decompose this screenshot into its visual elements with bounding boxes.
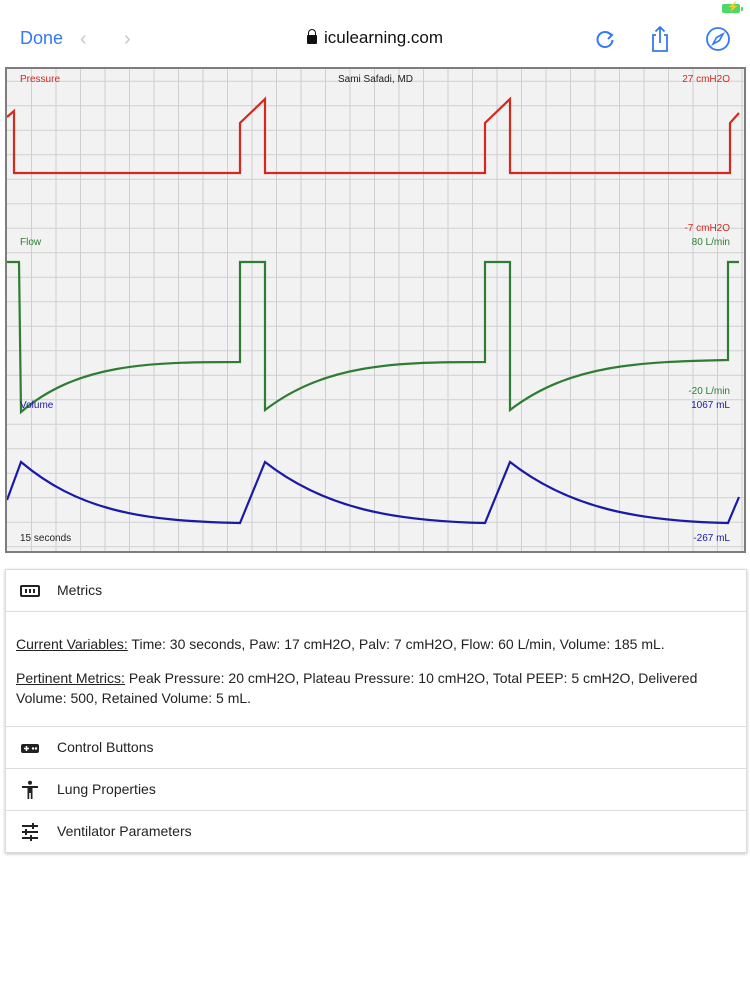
done-button[interactable]: Done [20,28,63,49]
flow-label: Flow [20,237,42,248]
author-label: Sami Safadi, MD [337,74,414,85]
waveform-monitor: Sami Safadi, MD Pressure 27 cmH2O -7 cmH… [5,67,746,553]
metrics-body: Current Variables: Time: 30 seconds, Paw… [6,612,746,727]
waveform-traces [7,96,741,525]
share-icon[interactable] [645,24,675,54]
control-buttons-title: Control Buttons [57,739,154,755]
battery-icon: ⚡ [722,2,743,13]
current-variables-label: Current Variables: [16,636,128,652]
lung-properties-header[interactable]: Lung Properties [6,769,746,811]
pertinent-metrics-text: Pertinent Metrics: Peak Pressure: 20 cmH… [16,668,730,708]
pressure-label: Pressure [20,74,61,85]
volume-max-label: 1067 mL [691,400,730,411]
status-bar: ⚡ [0,0,750,16]
volume-label: Volume [20,400,54,411]
flow-trace [7,260,739,415]
flow-max-label: 80 L/min [691,237,730,248]
url-field[interactable]: iculearning.com [306,28,444,47]
url-text: iculearning.com [323,28,444,47]
chevron-right-icon[interactable]: › [124,28,131,51]
metrics-title: Metrics [57,582,103,598]
accordion-panel: Metrics Current Variables: Time: 30 seco… [5,569,747,853]
lung-properties-title: Lung Properties [57,781,156,797]
metrics-icon [20,585,40,597]
address-bar: iculearning.com [0,28,750,48]
reload-icon[interactable] [590,24,620,54]
metrics-header[interactable]: Metrics [6,570,746,612]
lock-icon [306,29,317,44]
flow-min-label: -20 L/min [688,386,730,397]
ventilator-parameters-title: Ventilator Parameters [57,823,192,839]
current-variables-text: Current Variables: Time: 30 seconds, Paw… [16,634,730,654]
current-variables-value: Time: 30 seconds, Paw: 17 cmH2O, Palv: 7… [127,636,665,652]
sliders-icon [22,823,38,841]
ventilator-parameters-header[interactable]: Ventilator Parameters [6,811,746,852]
volume-min-label: -267 mL [693,533,730,544]
pressure-trace [7,96,740,175]
volume-trace [7,460,741,525]
control-buttons-header[interactable]: Control Buttons [6,727,746,769]
pressure-min-label: -7 cmH2O [684,223,730,234]
person-icon [22,780,38,799]
browser-nav-bar: Done ‹ › iculearning.com [0,16,750,62]
pressure-max-label: 27 cmH2O [682,74,730,85]
gamepad-icon [21,744,39,753]
time-window-label: 15 seconds [20,533,72,544]
compass-icon[interactable] [703,24,733,54]
chevron-left-icon[interactable]: ‹ [80,28,87,51]
pertinent-metrics-label: Pertinent Metrics: [16,670,125,686]
